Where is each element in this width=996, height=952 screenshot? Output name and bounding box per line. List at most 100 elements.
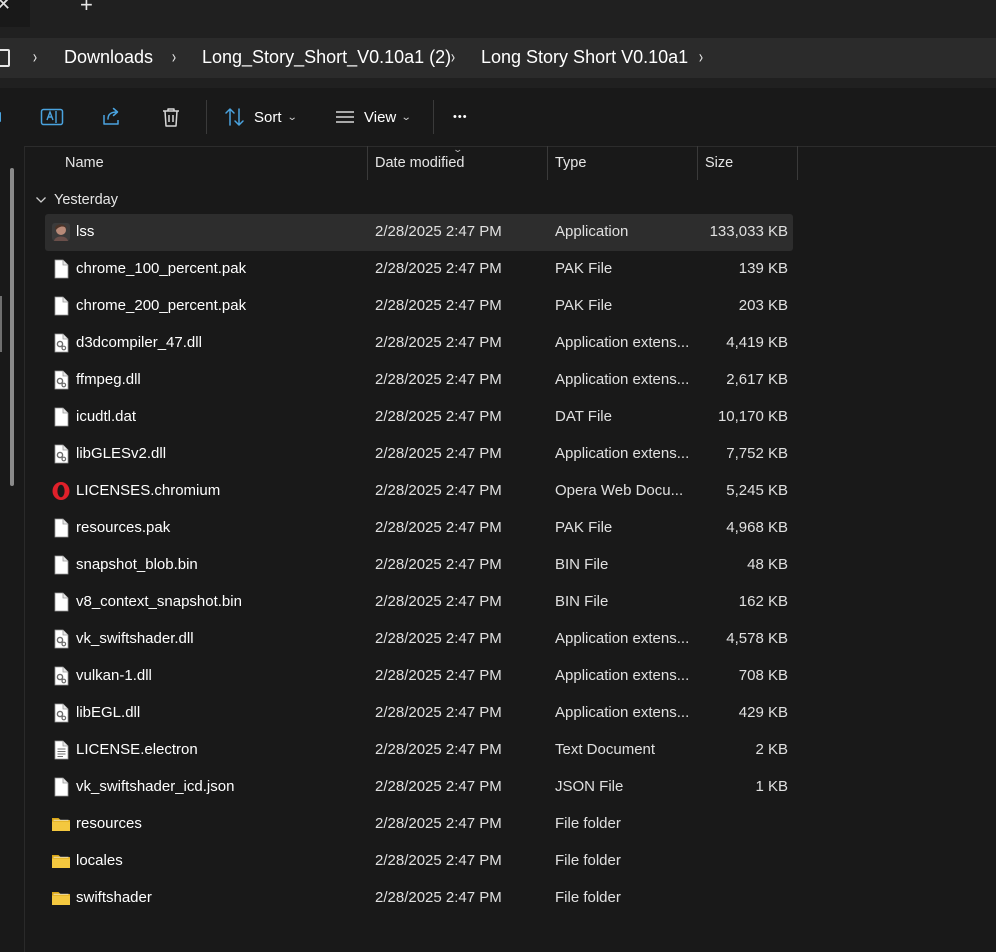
file-name: libGLESv2.dll — [76, 445, 167, 462]
file-row[interactable]: resources 2/28/2025 2:47 PM File folder — [45, 806, 793, 843]
file-icon — [51, 777, 71, 797]
tab-bar: ✕ + — [0, 0, 996, 27]
file-row[interactable]: libEGL.dll 2/28/2025 2:47 PM Application e… — [45, 695, 793, 732]
delete-button[interactable] — [161, 102, 181, 132]
file-date-modified: 2/28/2025 2:47 PM — [375, 371, 502, 388]
file-size: 4,968 KB — [726, 519, 788, 536]
toolbar-edge-indicator — [0, 112, 1, 122]
file-row[interactable]: LICENSES.chromium 2/28/2025 2:47 PM Opera … — [45, 473, 793, 510]
sort-button[interactable]: Sort ⌄ — [224, 102, 298, 132]
chevron-down-icon[interactable] — [35, 196, 47, 204]
breadcrumb-separator-icon[interactable]: › — [451, 47, 455, 68]
file-date-modified: 2/28/2025 2:47 PM — [375, 630, 502, 647]
dll-icon — [51, 444, 71, 464]
file-name: swiftshader — [76, 889, 152, 906]
folder-icon — [51, 888, 71, 908]
file-name: resources — [76, 815, 142, 832]
file-size: 4,578 KB — [726, 630, 788, 647]
file-row[interactable]: swiftshader 2/28/2025 2:47 PM File folder — [45, 880, 793, 917]
file-type: JSON File — [555, 778, 624, 795]
toolbar-divider — [433, 100, 434, 134]
file-date-modified: 2/28/2025 2:47 PM — [375, 593, 502, 610]
view-button[interactable]: View ⌄ — [334, 102, 412, 132]
this-pc-icon[interactable] — [0, 49, 10, 67]
file-row[interactable]: locales 2/28/2025 2:47 PM File folder — [45, 843, 793, 880]
file-type: PAK File — [555, 260, 613, 277]
view-list-icon — [336, 111, 354, 123]
folder-icon — [51, 814, 71, 834]
file-name: locales — [76, 852, 123, 869]
file-name: snapshot_blob.bin — [76, 556, 198, 573]
file-type: Application extens... — [555, 371, 690, 388]
file-size: 10,170 KB — [717, 408, 788, 425]
file-size: 429 KB — [738, 704, 788, 721]
nav-scrollbar-thumb[interactable] — [10, 168, 14, 486]
file-row[interactable]: d3dcompiler_47.dll 2/28/2025 2:47 PM Appli… — [45, 325, 793, 362]
file-icon — [51, 518, 71, 538]
file-row[interactable]: LICENSE.electron 2/28/2025 2:47 PM Text Do… — [45, 732, 793, 769]
column-header-type[interactable]: Type — [555, 146, 586, 180]
file-type: File folder — [555, 889, 621, 906]
new-tab-button[interactable]: + — [80, 0, 93, 18]
file-type: File folder — [555, 852, 621, 869]
breadcrumb-separator-icon[interactable]: › — [172, 47, 176, 68]
file-type: Application extens... — [555, 334, 690, 351]
dll-icon — [51, 370, 71, 390]
close-tab-icon[interactable]: ✕ — [0, 0, 11, 15]
toolbar-divider — [206, 100, 207, 134]
dll-icon — [51, 666, 71, 686]
file-row[interactable]: lss 2/28/2025 2:47 PM Application 133,033 K… — [45, 214, 793, 251]
file-row[interactable]: vulkan-1.dll 2/28/2025 2:47 PM Application… — [45, 658, 793, 695]
file-row[interactable]: v8_context_snapshot.bin 2/28/2025 2:47 PM… — [45, 584, 793, 621]
column-header-name[interactable]: Name — [65, 146, 104, 180]
breadcrumb[interactable]: › Downloads › Long_Story_Short_V0.10a1 (… — [0, 38, 996, 78]
more-options-button[interactable]: ••• — [453, 102, 468, 132]
file-name: resources.pak — [76, 519, 171, 536]
file-name: chrome_100_percent.pak — [76, 260, 247, 277]
file-size: 133,033 KB — [709, 223, 788, 240]
file-row[interactable]: snapshot_blob.bin 2/28/2025 2:47 PM BIN Fi… — [45, 547, 793, 584]
file-size: 139 KB — [738, 260, 788, 277]
column-header-date[interactable]: Date modified — [375, 146, 464, 180]
breadcrumb-separator-icon[interactable]: › — [699, 47, 703, 68]
chevron-down-icon: ⌄ — [400, 111, 412, 123]
file-row[interactable]: chrome_100_percent.pak 2/28/2025 2:47 PM P… — [45, 251, 793, 288]
file-type: PAK File — [555, 297, 613, 314]
column-divider[interactable] — [697, 146, 698, 180]
dll-icon — [51, 333, 71, 353]
column-header-size[interactable]: Size — [705, 146, 733, 180]
file-row[interactable]: resources.pak 2/28/2025 2:47 PM PAK File 4,… — [45, 510, 793, 547]
file-icon — [51, 259, 71, 279]
file-row[interactable]: icudtl.dat 2/28/2025 2:47 PM DAT File 10,17… — [45, 399, 793, 436]
file-row[interactable]: chrome_200_percent.pak 2/28/2025 2:47 PM P… — [45, 288, 793, 325]
file-type: PAK File — [555, 519, 613, 536]
file-date-modified: 2/28/2025 2:47 PM — [375, 741, 502, 758]
file-row[interactable]: ffmpeg.dll 2/28/2025 2:47 PM Application e… — [45, 362, 793, 399]
column-divider[interactable] — [547, 146, 548, 180]
file-row[interactable]: libGLESv2.dll 2/28/2025 2:47 PM Applicatio… — [45, 436, 793, 473]
file-name: ffmpeg.dll — [76, 371, 141, 388]
column-divider[interactable] — [367, 146, 368, 180]
breadcrumb-item-long-story-short-zip[interactable]: Long_Story_Short_V0.10a1 (2) — [202, 47, 451, 68]
share-button[interactable] — [101, 102, 123, 132]
group-header-yesterday[interactable]: Yesterday — [35, 189, 118, 211]
app-icon — [51, 222, 71, 242]
file-type: File folder — [555, 815, 621, 832]
breadcrumb-separator-icon[interactable]: › — [33, 47, 37, 68]
rename-button[interactable] — [40, 102, 64, 132]
breadcrumb-item-downloads[interactable]: Downloads — [64, 47, 153, 68]
file-row[interactable]: vk_swiftshader_icd.json 2/28/2025 2:47 PM… — [45, 769, 793, 806]
group-label: Yesterday — [54, 192, 118, 208]
breadcrumb-item-current-folder[interactable]: Long Story Short V0.10a1 — [481, 47, 688, 68]
column-divider[interactable] — [797, 146, 798, 180]
chevron-down-icon: ⌄ — [286, 111, 298, 123]
file-name: v8_context_snapshot.bin — [76, 593, 242, 610]
file-date-modified: 2/28/2025 2:47 PM — [375, 852, 502, 869]
dll-icon — [51, 703, 71, 723]
file-row[interactable]: vk_swiftshader.dll 2/28/2025 2:47 PM Appli… — [45, 621, 793, 658]
file-size: 5,245 KB — [726, 482, 788, 499]
file-type: Application — [555, 223, 629, 240]
trash-icon — [163, 108, 179, 127]
text-file-icon — [51, 740, 71, 760]
column-headers: Name ⌄ Date modified Type Size — [25, 144, 798, 180]
